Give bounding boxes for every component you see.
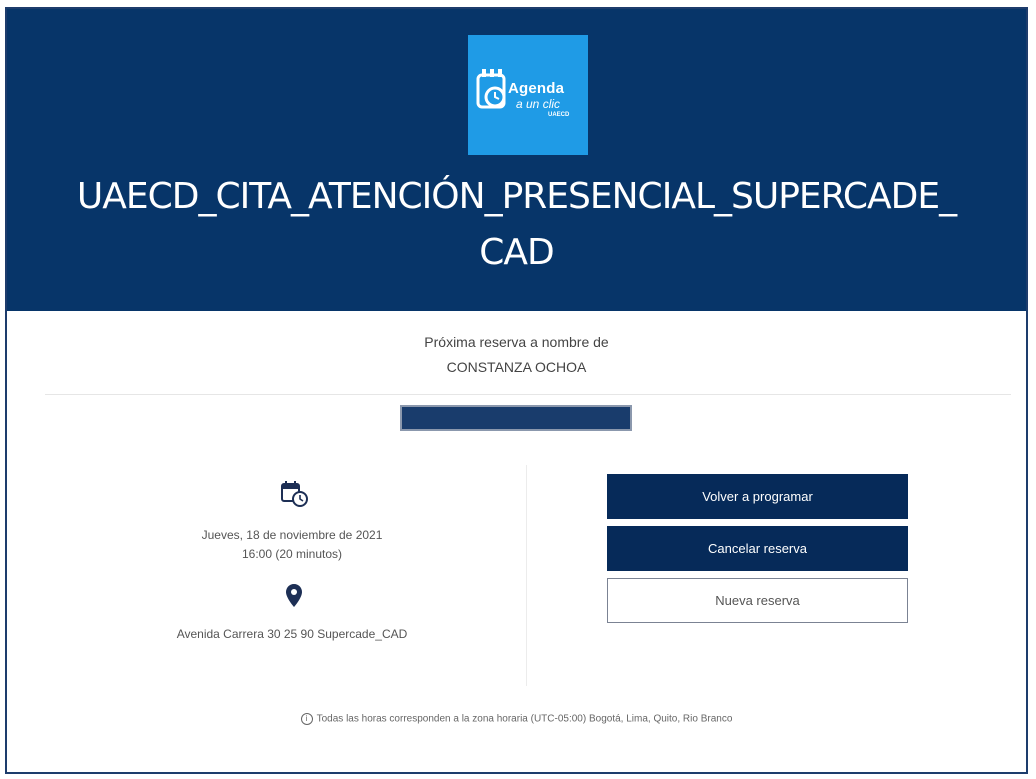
appointment-time: 16:00 (20 minutos) [241, 547, 343, 561]
logo-subtitle: a un clic [516, 97, 561, 111]
logo-title: Agenda [508, 80, 565, 97]
vertical-divider [526, 465, 527, 686]
timezone-note: i Todas las horas corresponden a la zona … [7, 713, 1026, 725]
header-banner: Agenda a un clic UAECD UAECD_CITA_ATENCI… [7, 9, 1026, 311]
divider [45, 394, 1011, 395]
service-title-line2: CAD [479, 232, 554, 273]
logo-org: UAECD [548, 112, 570, 118]
appointment-address: Avenida Carrera 30 25 90 Supercade_CAD [176, 627, 408, 641]
reschedule-button[interactable]: Volver a programar [607, 474, 908, 519]
map-pin-icon [284, 583, 304, 609]
new-reservation-button[interactable]: Nueva reserva [607, 578, 908, 623]
customer-name: CONSTANZA OCHOA [446, 359, 587, 375]
timezone-text: Todas las horas corresponden a la zona h… [316, 713, 733, 725]
info-icon: i [300, 713, 313, 725]
service-title: UAECD_CITA_ATENCIÓN_PRESENCIAL_SUPERCADE… [7, 169, 1026, 281]
reserve-label: Próxima reserva a nombre de [424, 334, 609, 350]
service-title-line1: UAECD_CITA_ATENCIÓN_PRESENCIAL_SUPERCADE… [76, 176, 957, 217]
redacted-block [400, 405, 632, 431]
cancel-reservation-button[interactable]: Cancelar reserva [607, 526, 908, 571]
agenda-logo: Agenda a un clic UAECD [468, 35, 588, 155]
booking-page: Agenda a un clic UAECD UAECD_CITA_ATENCI… [5, 7, 1028, 774]
calendar-clock-icon [279, 478, 309, 508]
appointment-date: Jueves, 18 de noviembre de 2021 [201, 528, 383, 542]
